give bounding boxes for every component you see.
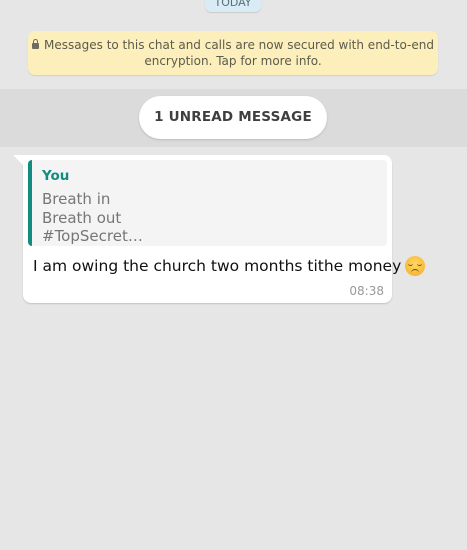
- message-bubble[interactable]: You Breath in Breath out #TopSecret… I a…: [13, 155, 426, 303]
- message-timestamp: 08:38: [349, 284, 384, 298]
- encryption-notice-line-1: Messages to this chat and calls are now …: [44, 38, 434, 52]
- unread-badge: 1 UNREAD MESSAGE: [139, 96, 327, 139]
- quote-accent-bar: [28, 160, 32, 246]
- disappointed-face-icon: [405, 256, 426, 276]
- quote-line: #TopSecret…: [42, 227, 143, 245]
- lock-icon: [32, 39, 40, 49]
- quote-line: Breath out: [42, 208, 122, 227]
- message-text: I am owing the church two months tithe m…: [33, 255, 426, 277]
- quoted-message[interactable]: You Breath in Breath out #TopSecret…: [28, 160, 387, 246]
- message-body: I am owing the church two months tithe m…: [33, 257, 402, 275]
- encryption-notice[interactable]: Messages to this chat and calls are now …: [28, 31, 438, 75]
- unread-divider: 1 UNREAD MESSAGE: [0, 89, 467, 147]
- quote-text: Breath in Breath out #TopSecret…: [42, 190, 143, 246]
- bubble-tail: [13, 155, 24, 166]
- quote-author: You: [42, 168, 70, 184]
- date-chip: TODAY: [205, 0, 261, 12]
- quote-line: Breath in: [42, 190, 111, 208]
- encryption-notice-line-2: encryption. Tap for more info.: [144, 53, 322, 68]
